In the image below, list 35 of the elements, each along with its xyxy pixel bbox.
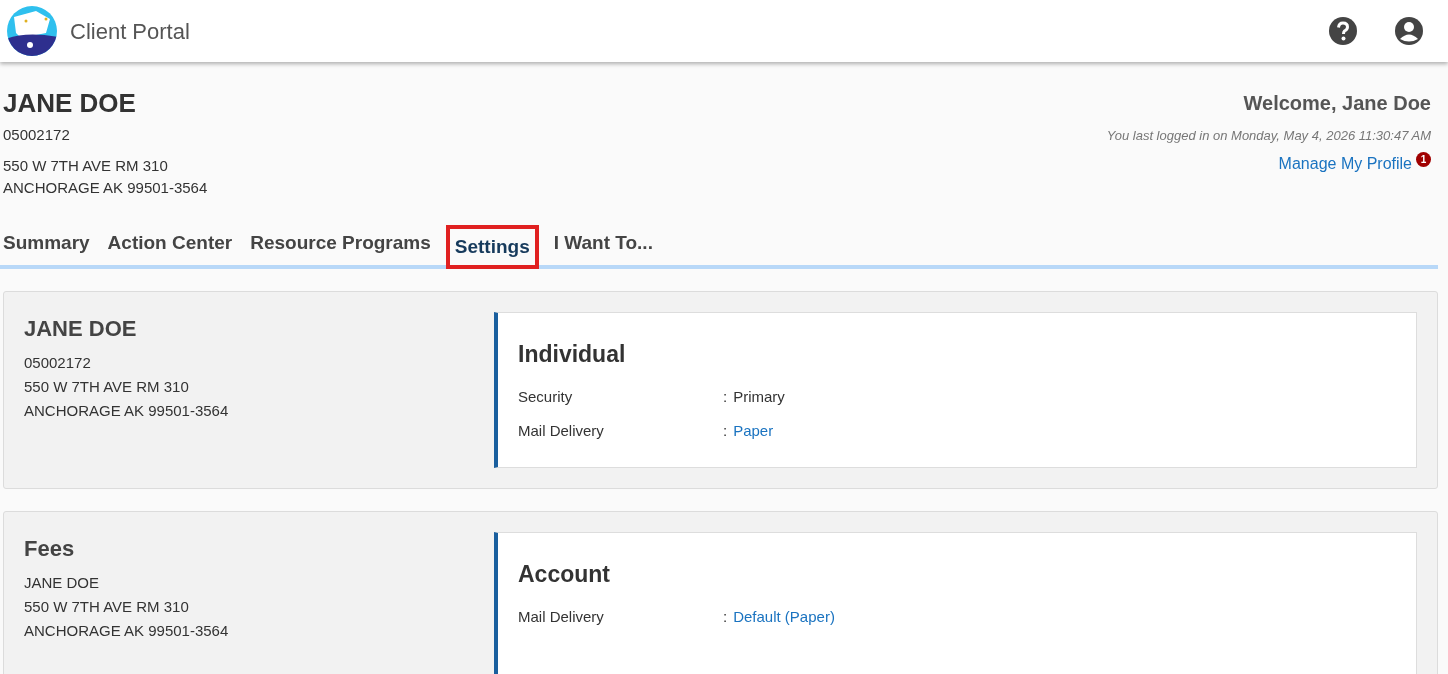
app-title: Client Portal [70, 17, 190, 46]
field-label: Mail Delivery [518, 421, 605, 441]
card-line: 550 W 7TH AVE RM 310 [24, 597, 190, 617]
user-icon[interactable] [1394, 16, 1424, 46]
tab[interactable]: Summary [0, 220, 93, 265]
tab[interactable]: Action Center [104, 220, 236, 265]
field-separator: : [723, 421, 728, 441]
field-value: Primary [733, 386, 785, 407]
tab[interactable]: Settings [445, 224, 539, 269]
card-line: 550 W 7TH AVE RM 310 [24, 377, 190, 397]
card-line: 05002172 [24, 353, 92, 373]
panel-title: Account [518, 560, 611, 589]
card-line: ANCHORAGE AK 99501-3564 [24, 401, 230, 421]
card-line: ANCHORAGE AK 99501-3564 [24, 621, 230, 641]
field-value-link[interactable]: Default (Paper) [733, 605, 835, 628]
field-value-link[interactable]: Paper [733, 420, 774, 443]
tab[interactable]: I Want To... [550, 220, 656, 265]
panel-title: Individual [518, 340, 627, 369]
address-line: 550 W 7TH AVE RM 310 [3, 155, 169, 176]
field-label: Mail Delivery [518, 606, 605, 627]
field-separator: : [723, 386, 728, 407]
tab[interactable]: Resource Programs [247, 220, 434, 265]
help-icon[interactable] [1328, 16, 1358, 46]
field-label: Security [518, 386, 574, 407]
address-line: ANCHORAGE AK 99501-3564 [3, 177, 208, 198]
notification-badge: 1 [1416, 151, 1431, 167]
client-id: 05002172 [3, 125, 71, 145]
last-login: You last logged in on Monday, May 4, 2026 11:30:47 AM [1106, 127, 1431, 145]
client-name: JANE DOE [3, 88, 137, 118]
welcome-message: Welcome, Jane Doe [1243, 91, 1431, 116]
card-heading: Fees [24, 535, 76, 563]
card-heading: JANE DOE [24, 315, 138, 343]
field-separator: : [723, 606, 728, 627]
card-line: JANE DOE [24, 573, 100, 593]
manage-profile-link[interactable]: Manage My Profile [1278, 151, 1412, 176]
